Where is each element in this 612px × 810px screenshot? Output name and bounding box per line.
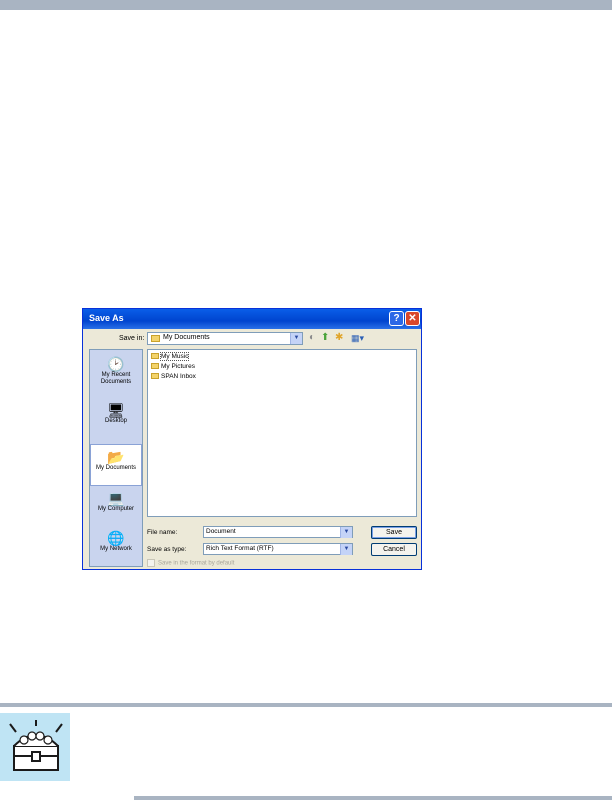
save-in-dropdown[interactable]: My Documents ▼ xyxy=(147,332,303,345)
folder-icon xyxy=(151,335,160,342)
checkbox-label: Save in the format by default xyxy=(158,560,235,567)
file-name-label: File name: xyxy=(147,529,178,536)
dialog-title: Save As xyxy=(89,313,124,323)
file-name-value: Document xyxy=(206,528,236,535)
checkbox-icon xyxy=(147,559,155,567)
place-label: My Recent Documents xyxy=(100,372,132,385)
folder-icon xyxy=(151,373,159,380)
file-list[interactable]: My Music My Pictures SPAN Inbox xyxy=(147,349,417,517)
chevron-down-icon[interactable]: ▼ xyxy=(290,333,302,344)
place-label: My Network xyxy=(100,546,132,552)
section-rule xyxy=(0,703,612,707)
save-button[interactable]: Save xyxy=(371,526,417,539)
file-name: SPAN Inbox xyxy=(161,373,196,380)
place-my-documents[interactable]: 📂 My Documents xyxy=(90,444,142,486)
up-folder-icon[interactable]: ⬆ xyxy=(321,332,329,344)
folder-icon xyxy=(151,363,159,370)
chevron-down-icon[interactable]: ▼ xyxy=(340,544,352,555)
desktop-icon: 🖥 xyxy=(107,402,125,418)
folder-icon xyxy=(151,353,159,360)
recent-documents-icon: 🕑 xyxy=(107,356,125,372)
place-my-network[interactable]: 🌐 My Network xyxy=(90,530,142,553)
save-as-type-value: Rich Text Format (RTF) xyxy=(206,545,274,552)
file-name: My Music xyxy=(159,352,190,361)
save-format-default-checkbox[interactable]: Save in the format by default xyxy=(147,559,234,567)
list-item[interactable]: SPAN Inbox xyxy=(151,372,196,382)
new-folder-icon[interactable]: ✱ xyxy=(335,332,343,344)
close-button[interactable]: ✕ xyxy=(405,311,420,326)
my-network-icon: 🌐 xyxy=(107,530,125,546)
places-bar: 🕑 My Recent Documents 🖥 Desktop 📂 My Doc… xyxy=(89,349,143,567)
list-item[interactable]: My Pictures xyxy=(151,362,195,372)
place-label: Desktop xyxy=(104,418,127,424)
save-as-type-label: Save as type: xyxy=(147,546,187,553)
footer-rule xyxy=(134,796,612,800)
page-top-rule xyxy=(0,0,612,10)
save-in-value: My Documents xyxy=(163,334,210,341)
save-in-label: Save in: xyxy=(119,335,145,342)
my-documents-icon: 📂 xyxy=(107,449,125,465)
place-label: My Documents xyxy=(95,465,136,471)
file-name-input[interactable]: Document ▼ xyxy=(203,526,353,538)
place-label: My Computer xyxy=(97,506,134,512)
back-icon[interactable]: ◐ xyxy=(309,332,315,344)
save-as-type-select[interactable]: Rich Text Format (RTF) ▼ xyxy=(203,543,353,555)
place-my-computer[interactable]: 💻 My Computer xyxy=(90,490,142,513)
file-name: My Pictures xyxy=(161,363,195,370)
help-button[interactable]: ? xyxy=(389,311,404,326)
list-item[interactable]: My Music xyxy=(151,352,190,362)
chevron-down-icon[interactable]: ▼ xyxy=(340,527,352,538)
cancel-button[interactable]: Cancel xyxy=(371,543,417,556)
views-menu-icon[interactable]: ▦▾ xyxy=(351,332,364,344)
place-desktop[interactable]: 🖥 Desktop xyxy=(90,402,142,425)
place-my-recent-documents[interactable]: 🕑 My Recent Documents xyxy=(90,356,142,386)
dialog-titlebar[interactable]: Save As ? ✕ xyxy=(83,309,421,329)
treasure-chest-icon xyxy=(9,720,63,771)
my-computer-icon: 💻 xyxy=(107,490,125,506)
save-as-dialog: Save As ? ✕ Save in: My Documents ▼ ◐ ⬆ … xyxy=(82,308,422,570)
